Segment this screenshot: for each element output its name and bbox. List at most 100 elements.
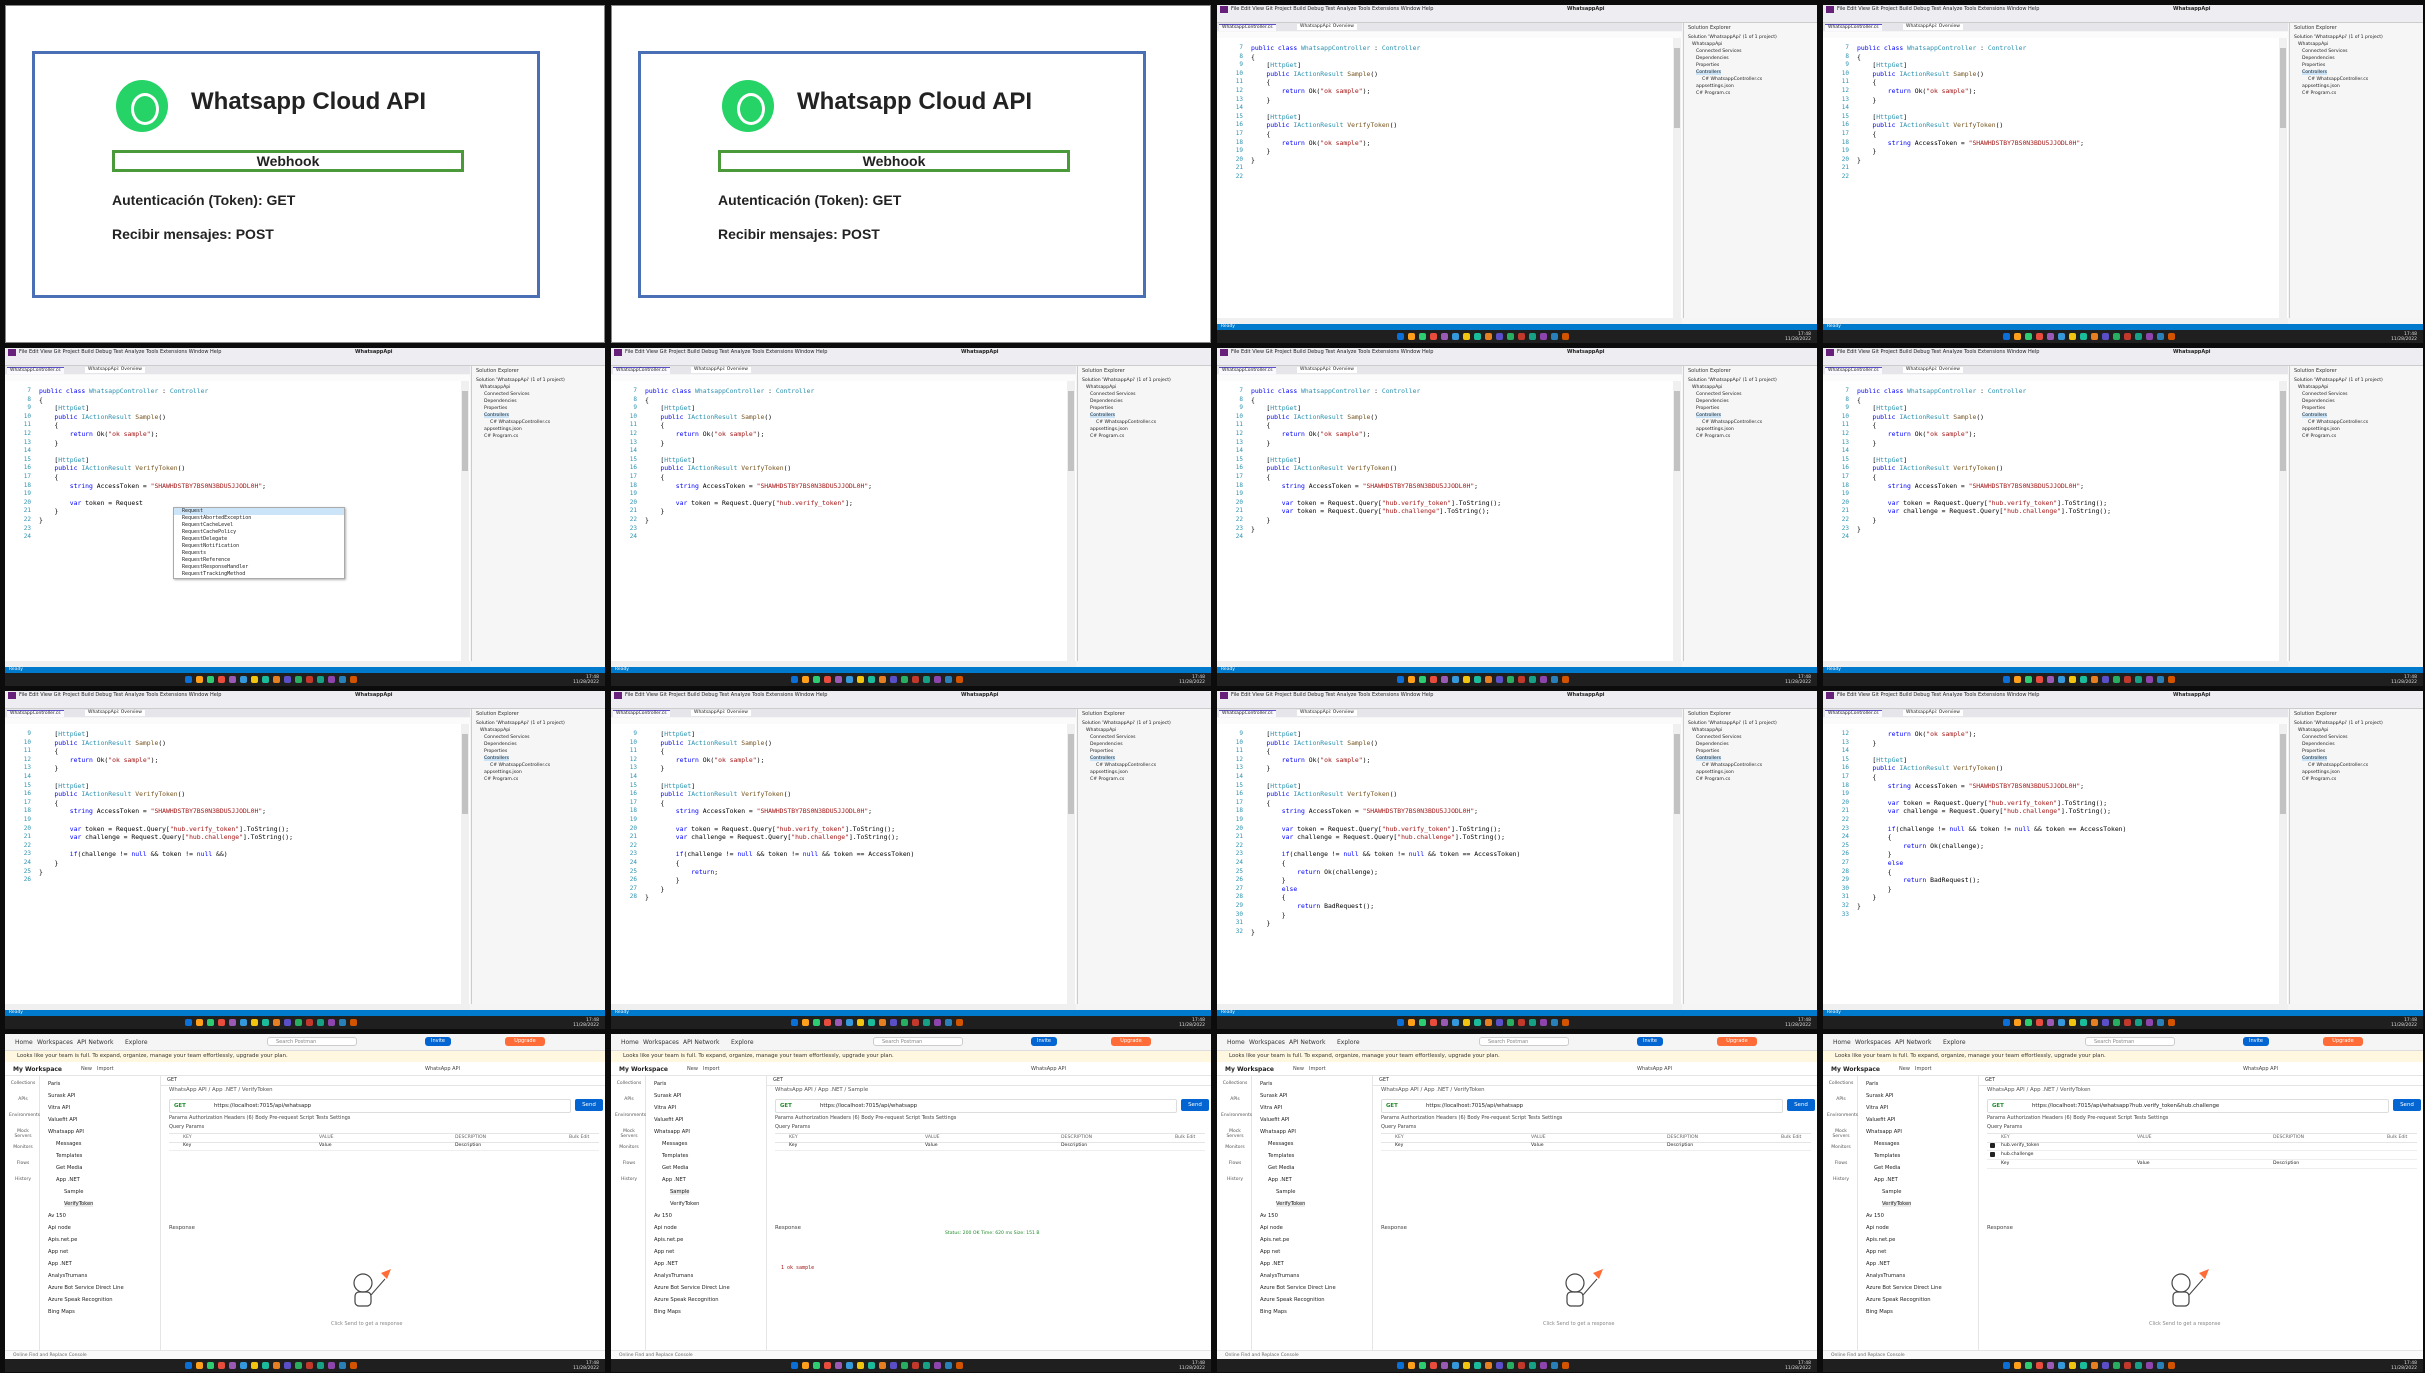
collection-item[interactable]: Valuefit API [1866,1117,1895,1123]
taskbar-app-icon[interactable] [2069,676,2076,683]
taskbar-app-icon[interactable] [956,1019,963,1026]
taskbar-app-icon[interactable] [218,1362,225,1369]
taskbar-app-icon[interactable] [912,1362,919,1369]
solution-explorer-item[interactable]: C# Program.cs [1696,777,1730,782]
taskbar-app-icon[interactable] [2124,1019,2131,1026]
taskbar-app-icon[interactable] [2003,676,2010,683]
param-key-placeholder[interactable]: Key [1395,1143,1403,1148]
taskbar-app-icon[interactable] [1529,1362,1536,1369]
nav-item[interactable]: API Network [77,1039,113,1046]
code-editor[interactable]: 7 8 9 10 11 12 13 14 15 16 17 18 19 20 21 22 23 24 public … [5,381,470,661]
params-row-empty[interactable]: Key Value Description [169,1142,599,1151]
collection-item[interactable]: Apis.net.pe [654,1237,683,1243]
collection-item[interactable]: Sample [1276,1189,1295,1195]
taskbar-app-icon[interactable] [2157,333,2164,340]
taskbar-app-icon[interactable] [901,1362,908,1369]
param-key-placeholder[interactable]: Key [789,1143,797,1148]
intellisense-item[interactable]: Requests [174,550,344,557]
collection-item[interactable]: Paris [1866,1081,1878,1087]
solution-explorer-item[interactable]: WhatsappApi [480,728,510,733]
taskbar-app-icon[interactable] [273,676,280,683]
collection-item[interactable]: VerifyToken [670,1201,699,1207]
taskbar-app-icon[interactable] [835,1019,842,1026]
taskbar-app-icon[interactable] [284,1362,291,1369]
tab-overview[interactable]: WhatsappApi: Overview [1297,24,1357,30]
taskbar-app-icon[interactable] [1540,1362,1547,1369]
scrollbar-thumb[interactable] [1674,734,1680,814]
tab-whatsapp-controller[interactable]: WhatsappController.cs [7,710,64,717]
taskbar-app-icon[interactable] [1496,1362,1503,1369]
taskbar-app-icon[interactable] [2058,1362,2065,1369]
taskbar-app-icon[interactable] [1551,1019,1558,1026]
taskbar-app-icon[interactable] [240,1019,247,1026]
collection-item[interactable]: App .NET [654,1261,678,1267]
taskbar-app-icon[interactable] [2047,1362,2054,1369]
collection-item[interactable]: Vitra API [48,1105,70,1111]
collection-item[interactable]: Paris [48,1081,60,1087]
taskbar-app-icon[interactable] [339,1362,346,1369]
taskbar-app-icon[interactable] [890,1019,897,1026]
collection-item[interactable]: Api node [1260,1225,1283,1231]
taskbar-app-icon[interactable] [229,676,236,683]
sidebar-item[interactable]: History [9,1177,37,1182]
collection-item[interactable]: App net [1866,1249,1886,1255]
new-button[interactable]: New [1899,1066,1910,1072]
taskbar-app-icon[interactable] [857,676,864,683]
solution-explorer-item[interactable]: appsettings.json [2302,770,2340,775]
import-button[interactable]: Import [1309,1066,1326,1072]
solution-explorer-item[interactable]: WhatsappApi [1692,42,1722,47]
solution-explorer-item[interactable]: C# Program.cs [2302,777,2336,782]
taskbar-app-icon[interactable] [791,676,798,683]
scrollbar-thumb[interactable] [2280,48,2286,128]
http-method-select[interactable]: GET [1386,1103,1398,1109]
collection-item[interactable]: Azure Bot Service Direct Line [654,1285,730,1291]
tab-overview[interactable]: WhatsappApi: Overview [1903,710,1963,716]
solution-explorer-item[interactable]: Controllers [2302,756,2327,761]
taskbar-app-icon[interactable] [2113,333,2120,340]
request-subtabs[interactable]: Params Authorization Headers (6) Body Pr… [169,1115,350,1121]
taskbar-app-icon[interactable] [1485,676,1492,683]
param-value-placeholder[interactable]: Value [319,1143,332,1148]
collection-item[interactable]: App .NET [1260,1261,1284,1267]
taskbar-app-icon[interactable] [2135,333,2142,340]
taskbar-app-icon[interactable] [956,676,963,683]
vertical-scrollbar[interactable] [461,381,469,661]
nav-item[interactable]: Home [621,1039,639,1046]
taskbar-app-icon[interactable] [262,1019,269,1026]
taskbar-app-icon[interactable] [2069,1362,2076,1369]
tab-whatsapp-controller[interactable]: WhatsappController.cs [613,367,670,374]
collection-item[interactable]: App .NET [48,1261,72,1267]
solution-explorer-item[interactable]: appsettings.json [2302,84,2340,89]
invite-button[interactable]: Invite [2243,1037,2269,1046]
taskbar-app-icon[interactable] [2146,333,2153,340]
menu-items[interactable]: File Edit View Git Project Build Debug T… [1231,6,1433,12]
taskbar-app-icon[interactable] [2058,1019,2065,1026]
solution-explorer-item[interactable]: Controllers [1090,756,1115,761]
solution-explorer-item[interactable]: Solution 'WhatsappApi' (1 of 1 project) [1082,721,1171,726]
taskbar-app-icon[interactable] [1463,1019,1470,1026]
taskbar-app-icon[interactable] [339,1019,346,1026]
taskbar-app-icon[interactable] [1529,1019,1536,1026]
taskbar-app-icon[interactable] [1408,1019,1415,1026]
taskbar-app-icon[interactable] [284,1019,291,1026]
taskbar-app-icon[interactable] [2146,1362,2153,1369]
upgrade-button[interactable]: Upgrade [505,1037,545,1046]
solution-explorer-item[interactable]: Solution 'WhatsappApi' (1 of 1 project) [476,378,565,383]
collection-item[interactable]: Messages [662,1141,687,1147]
sidebar-item[interactable]: APIs [1221,1097,1249,1102]
sidebar-item[interactable]: Flows [615,1161,643,1166]
collection-item[interactable]: App net [654,1249,674,1255]
solution-explorer-item[interactable]: C# WhatsappController.cs [2308,763,2368,768]
sidebar-item[interactable]: Flows [1221,1161,1249,1166]
taskbar-app-icon[interactable] [2124,333,2131,340]
taskbar-app-icon[interactable] [251,676,258,683]
collection-item[interactable]: Get Media [1874,1165,1900,1171]
collection-item[interactable]: Apis.net.pe [1866,1237,1895,1243]
url-bar[interactable]: GET https://localhost:7015/api/whatsapp [169,1099,571,1113]
solution-explorer-item[interactable]: Properties [484,749,507,754]
intellisense-item[interactable]: RequestCachePolicy [174,529,344,536]
tab-overview[interactable]: WhatsappApi: Overview [1903,367,1963,373]
taskbar-app-icon[interactable] [956,1362,963,1369]
taskbar-app-icon[interactable] [1397,1362,1404,1369]
url-input[interactable]: https://localhost:7015/api/whatsapp [1426,1103,1523,1109]
